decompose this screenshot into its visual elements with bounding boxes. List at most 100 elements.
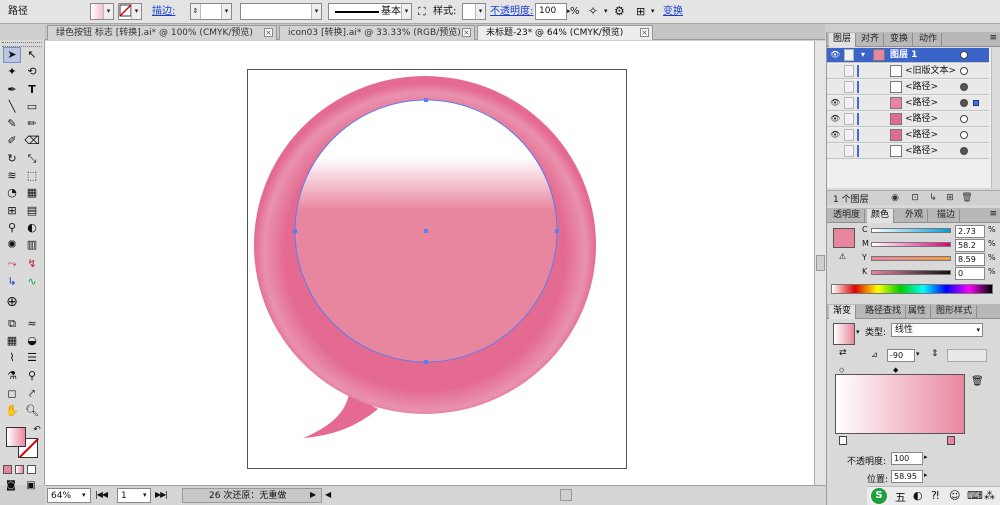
transform-panel-link[interactable]: 变换 (663, 3, 683, 20)
blend-tool-icon[interactable]: ◐ (23, 220, 41, 236)
layer-name[interactable]: <路径> (905, 112, 938, 126)
gradient-mode-icon[interactable] (15, 465, 24, 474)
chevron-right-icon-2[interactable]: ▸ (924, 471, 928, 479)
fill-color-preview[interactable] (833, 228, 855, 248)
blob-brush-tool-icon[interactable]: ✐ (3, 133, 21, 149)
fill-swatch[interactable] (6, 427, 26, 447)
magic-wand-tool-icon[interactable]: ✦ (3, 64, 21, 80)
fill-color-swatch[interactable]: ▾ (90, 3, 114, 20)
out-of-gamut-icon[interactable]: ⚠ (839, 252, 846, 261)
layer-row[interactable]: 👁︎ <路径> (827, 112, 989, 127)
close-icon[interactable]: × (640, 28, 649, 37)
new-sublayer-icon[interactable]: ↳ (927, 192, 939, 204)
bar-graph-tool-icon[interactable]: ☰ (23, 350, 41, 366)
path-tool-icon[interactable]: ↳ (3, 274, 21, 290)
channel-k-value[interactable]: 0 (955, 267, 985, 280)
eyedropper-tool-icon[interactable]: ⚲ (3, 220, 21, 236)
zoom-dropdown-icon[interactable]: ▾ (82, 488, 86, 503)
layer-row[interactable]: 👁︎ ▾ 图层 1 (827, 48, 989, 63)
layer-name[interactable]: <路径> (905, 128, 938, 142)
tab-attributes[interactable]: 属性 (904, 305, 932, 319)
variable-width-profile[interactable]: ▾ (240, 3, 322, 20)
pen-tool-icon[interactable]: ✒ (3, 82, 21, 98)
column-graph-tool-icon[interactable]: ▥ (23, 237, 41, 253)
opacity-input[interactable]: 100 (535, 3, 567, 20)
pencil-tool-icon[interactable]: ✏ (23, 116, 41, 132)
draw-normal-icon[interactable]: ◙ (2, 478, 20, 494)
width-tool-icon[interactable]: ≋ (3, 168, 21, 184)
layer-row[interactable]: 👁︎ <路径> (827, 96, 989, 111)
locate-object-icon[interactable]: ◉ (889, 192, 901, 204)
visibility-eye-icon[interactable]: 👁︎ (830, 130, 840, 140)
slice-tool-icon[interactable]: ⧉ (3, 316, 21, 332)
target-circle-icon[interactable] (960, 67, 968, 75)
chevron-down-icon[interactable]: ▾ (856, 328, 860, 336)
half-width-icon[interactable]: ◐ (913, 489, 923, 502)
midpoint-diamond-icon[interactable]: ◇ (839, 366, 844, 374)
panel-menu-icon[interactable]: ≡ (989, 33, 997, 43)
opacity-panel-link[interactable]: 不透明度: (490, 3, 533, 20)
lock-toggle[interactable] (844, 145, 854, 157)
gradient-stop-start[interactable] (839, 436, 847, 445)
keyboard-icon[interactable]: ⌨ (967, 489, 983, 502)
tab-transparency[interactable]: 透明度 (829, 209, 866, 223)
new-layer-icon[interactable]: ⊞ (944, 192, 956, 204)
target-circle-icon[interactable] (960, 131, 968, 139)
gradient-type-select[interactable]: 线性 ▾ (891, 323, 983, 337)
ime-mode-icon[interactable]: 五 (895, 489, 906, 505)
direct-selection-tool-icon[interactable]: ↖ (23, 47, 41, 63)
tab-transform[interactable]: 变换 (886, 33, 914, 47)
expand-triangle-icon[interactable]: ▾ (861, 50, 865, 59)
chevron-down-icon[interactable]: ▾ (916, 350, 920, 358)
lock-toggle[interactable] (844, 65, 854, 77)
swap-colors-icon[interactable]: ↶ (28, 422, 46, 438)
layer-name[interactable]: 图层 1 (890, 48, 917, 62)
lock-toggle[interactable] (844, 81, 854, 93)
trash-icon[interactable]: 🗑︎ (961, 192, 973, 204)
artboard-tool-icon[interactable]: ◻ (3, 386, 21, 402)
layer-name[interactable]: <旧版文本> (905, 64, 956, 78)
gradient-preview-swatch[interactable] (833, 323, 855, 345)
midpoint-diamond-icon-2[interactable]: ◆ (893, 366, 898, 374)
lock-toggle[interactable] (844, 49, 854, 61)
tab-align[interactable]: 对齐 (857, 33, 885, 47)
target-circle-icon[interactable] (960, 115, 968, 123)
scale-tool-icon[interactable]: ⤡ (23, 151, 41, 167)
tab-graphic-styles[interactable]: 图形样式 (932, 305, 978, 319)
canvas[interactable] (45, 41, 814, 485)
crosshair-tool-icon[interactable]: ⊕ (3, 294, 21, 310)
rotate-tool-icon[interactable]: ↻ (3, 151, 21, 167)
tab-pathfinder[interactable]: 路径查找 (861, 305, 907, 319)
gradient-opacity-input[interactable]: 100 (891, 452, 923, 465)
channel-c-slider[interactable] (871, 228, 951, 233)
channel-m-slider[interactable] (871, 242, 951, 247)
shape-builder-tool-icon[interactable]: ◔ (3, 185, 21, 201)
target-circle-icon[interactable] (960, 147, 968, 155)
center-point[interactable] (424, 229, 428, 233)
close-icon[interactable]: × (264, 28, 273, 37)
perspective-grid-tool-icon[interactable]: ▦ (23, 185, 41, 201)
scroll-left-icon[interactable]: ◀ (325, 488, 331, 503)
layer-row[interactable]: <路径> (827, 80, 989, 95)
zoom-tool-icon[interactable]: 🔍︎ (23, 403, 41, 419)
tab-actions[interactable]: 动作 (915, 33, 943, 47)
channel-m-value[interactable]: 58.2 (955, 239, 985, 252)
target-circle-icon[interactable] (960, 99, 968, 107)
hand-tool-icon[interactable]: ✋ (3, 403, 21, 419)
gradient-location-input[interactable]: 58.95 (891, 470, 923, 483)
tab-document-3[interactable]: 未标题-23* @ 64% (CMYK/预览) × (477, 25, 653, 40)
layer-name[interactable]: <路径> (905, 144, 938, 158)
selection-tool-icon[interactable]: ➤ (3, 47, 21, 63)
emoji-icon[interactable]: ☺ (949, 489, 960, 502)
visibility-eye-icon[interactable]: 👁︎ (830, 98, 840, 108)
target-circle-icon[interactable] (960, 51, 968, 59)
color-mode-icon[interactable] (3, 465, 12, 474)
magic-wand-icon[interactable]: ✧ (588, 3, 598, 20)
last-artboard-icon[interactable]: ▶▶| (155, 488, 168, 503)
tab-gradient[interactable]: 渐变 (829, 305, 857, 319)
vertical-scrollbar[interactable] (814, 41, 826, 485)
reverse-gradient-icon[interactable]: ⇄ (839, 348, 847, 358)
layer-name[interactable]: <路径> (905, 96, 938, 110)
live-paint-tool-icon[interactable]: ◒ (23, 333, 41, 349)
align-options-icon[interactable]: ⊞ (636, 3, 645, 20)
